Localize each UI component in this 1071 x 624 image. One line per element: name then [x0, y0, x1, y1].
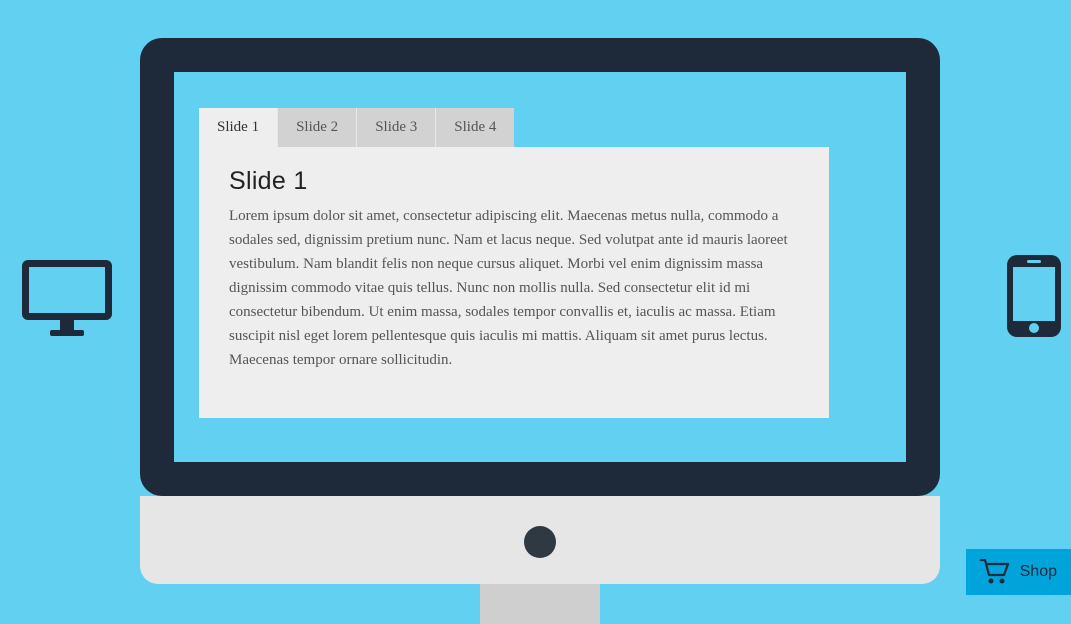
desktop-icon [22, 260, 112, 343]
tabs-list: Slide 1 Slide 2 Slide 3 Slide 4 [199, 108, 829, 147]
tab-slide-1[interactable]: Slide 1 [199, 108, 278, 147]
tabs-widget: Slide 1 Slide 2 Slide 3 Slide 4 Slide 1 … [199, 108, 829, 418]
monitor-screen: Slide 1 Slide 2 Slide 3 Slide 4 Slide 1 … [174, 72, 906, 462]
monitor-bezel: Slide 1 Slide 2 Slide 3 Slide 4 Slide 1 … [140, 38, 940, 496]
monitor-stand [480, 584, 600, 624]
panel-body: Lorem ipsum dolor sit amet, consectetur … [229, 204, 799, 372]
monitor-power-button [524, 526, 556, 558]
shopping-cart-tab[interactable]: Shop [966, 549, 1071, 595]
tab-slide-2[interactable]: Slide 2 [278, 108, 357, 147]
tab-slide-4[interactable]: Slide 4 [436, 108, 514, 147]
tab-slide-3[interactable]: Slide 3 [357, 108, 436, 147]
panel-title: Slide 1 [229, 167, 799, 196]
monitor-base [140, 496, 940, 584]
phone-icon [1007, 255, 1061, 342]
monitor-mockup: Slide 1 Slide 2 Slide 3 Slide 4 Slide 1 … [140, 38, 940, 584]
tab-panel: Slide 1 Lorem ipsum dolor sit amet, cons… [199, 147, 829, 418]
cart-label: Shop [1020, 563, 1057, 581]
cart-icon [980, 559, 1010, 585]
